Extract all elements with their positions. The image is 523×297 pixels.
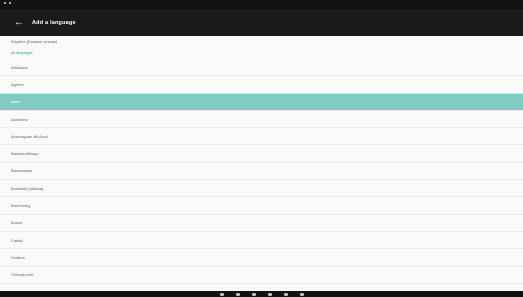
language-list: Español (Estados Unidos) All languages A… xyxy=(0,36,523,291)
list-item[interactable]: Asturianu xyxy=(0,111,523,129)
list-item[interactable]: Bosnu xyxy=(0,215,523,232)
nav-home-icon[interactable] xyxy=(235,292,240,296)
arrow-back-icon: ← xyxy=(14,17,24,28)
status-dot-icon xyxy=(4,2,6,4)
status-bar xyxy=(0,0,523,9)
list-item[interactable]: Afrikaans xyxy=(0,59,523,77)
nav-menu-icon[interactable] xyxy=(299,292,304,296)
nav-volume-down-icon[interactable] xyxy=(267,292,272,296)
app-bar: ← Add a language xyxy=(0,9,523,36)
list-item[interactable]: Català xyxy=(0,232,523,250)
list-item-suggested[interactable]: Español (Estados Unidos) xyxy=(0,36,523,47)
back-button[interactable]: ← xyxy=(8,9,30,36)
list-item[interactable]: Brezhoneg xyxy=(0,197,523,215)
nav-recents-icon[interactable] xyxy=(251,292,256,296)
status-dot-icon xyxy=(9,2,11,4)
list-item[interactable]: Čeština xyxy=(0,249,523,267)
list-item[interactable]: Azərbaycan dili Azəri xyxy=(0,128,523,146)
page-title: Add a language xyxy=(32,19,76,26)
list-item[interactable]: Aghem xyxy=(0,76,523,94)
section-header: All languages xyxy=(11,51,33,55)
list-item[interactable]: Bosanski (latinica) xyxy=(0,180,523,198)
list-item[interactable]: Bahasa Melayu xyxy=(0,145,523,163)
nav-back-icon[interactable] xyxy=(219,292,224,296)
list-item[interactable]: Bamanakan xyxy=(0,163,523,181)
list-item-selected[interactable]: Akan xyxy=(0,93,523,111)
navigation-bar xyxy=(0,291,523,297)
nav-volume-up-icon[interactable] xyxy=(283,292,288,296)
list-item[interactable]: Chimakonde xyxy=(0,267,523,284)
